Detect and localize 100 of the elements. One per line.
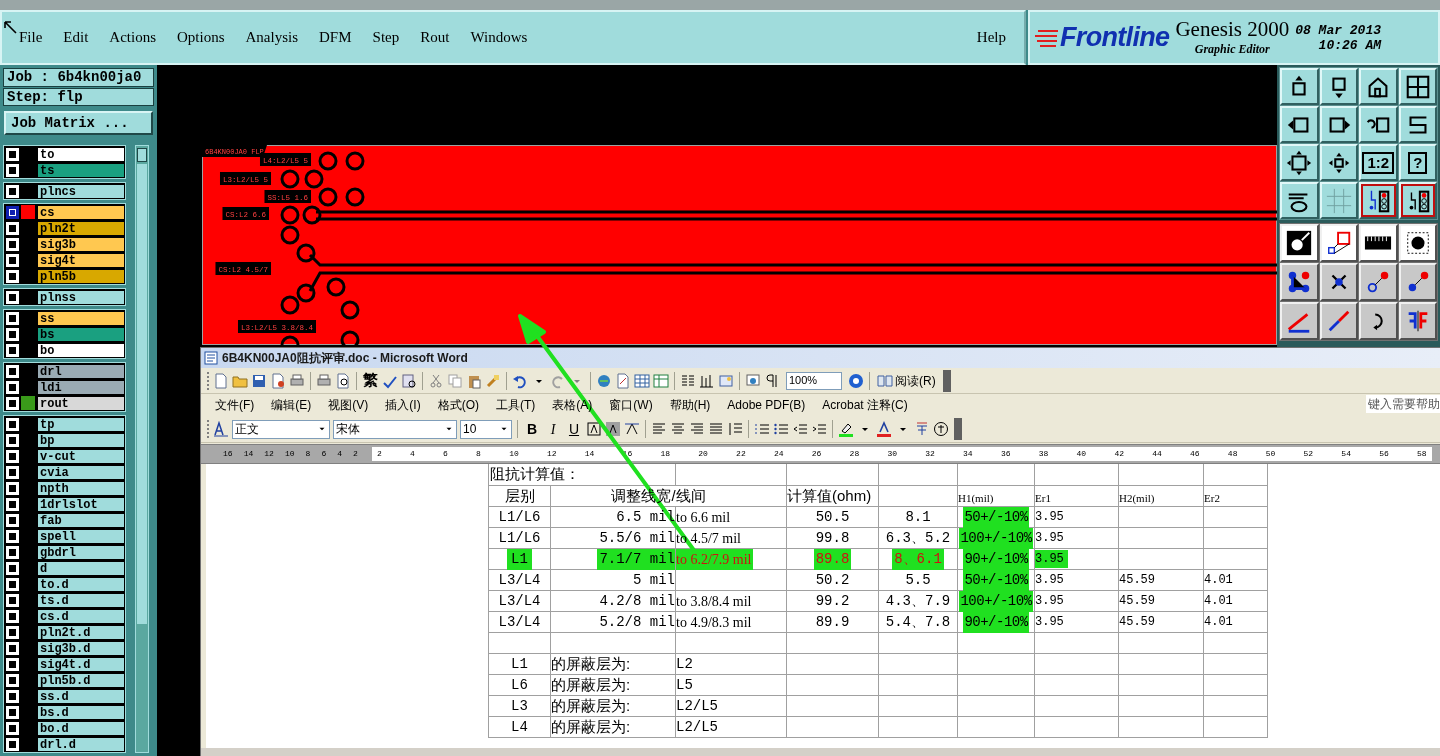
menu-item[interactable]: Adobe PDF(B) — [727, 396, 806, 414]
layer-name[interactable]: spell — [37, 528, 125, 544]
menu-item[interactable]: Actions — [107, 26, 158, 49]
layer-name[interactable]: bo.d — [37, 720, 125, 736]
layer-name[interactable]: bp — [37, 432, 125, 448]
tool-button[interactable] — [1319, 263, 1358, 301]
tool-button[interactable] — [1359, 182, 1398, 219]
drawing-icon[interactable] — [699, 372, 715, 389]
phonetic-guide-icon[interactable] — [914, 421, 930, 437]
layer-name[interactable]: bo — [37, 342, 125, 358]
tool-button[interactable] — [1398, 68, 1437, 105]
increase-indent-icon[interactable] — [811, 421, 827, 437]
menu-item[interactable]: Acrobat 注释(C) — [822, 396, 908, 414]
menu-item[interactable]: 帮助(H) — [669, 396, 711, 414]
menu-item[interactable]: Options — [175, 26, 227, 49]
scroll-thumb[interactable] — [137, 164, 147, 624]
tool-button[interactable] — [1359, 302, 1398, 340]
layer-name[interactable]: fab — [37, 512, 125, 528]
tool-button[interactable] — [1398, 263, 1437, 301]
layer-name[interactable]: d — [37, 560, 125, 576]
layer-name[interactable]: sig4t — [37, 252, 125, 268]
layer-name[interactable]: ts.d — [37, 592, 125, 608]
styles-icon[interactable] — [213, 421, 229, 437]
format-painter-icon[interactable] — [485, 372, 501, 389]
layer-name[interactable]: cvia — [37, 464, 125, 480]
save-icon[interactable] — [251, 372, 267, 389]
font-size-dropdown[interactable]: 10 — [460, 419, 512, 439]
tool-button[interactable] — [1398, 106, 1437, 143]
menu-item[interactable]: Windows — [468, 26, 530, 49]
decrease-indent-icon[interactable] — [792, 421, 808, 437]
layer-name[interactable]: cs — [37, 204, 125, 220]
tool-button[interactable] — [1280, 182, 1319, 219]
layer-name[interactable]: ss.d — [37, 688, 125, 704]
layer-name[interactable]: gbdrl — [37, 544, 125, 560]
numbering-icon[interactable] — [754, 421, 770, 437]
layer-name[interactable]: pln2t — [37, 220, 125, 236]
toolbar-handle[interactable] — [942, 369, 951, 392]
layer-name[interactable]: tp — [37, 416, 125, 432]
menu-item[interactable]: 文件(F) — [215, 396, 255, 414]
line-spacing-icon[interactable] — [727, 421, 743, 437]
bullets-icon[interactable] — [773, 421, 789, 437]
format-button[interactable]: B — [523, 418, 541, 440]
layer-name[interactable]: bs.d — [37, 704, 125, 720]
highlight-icon[interactable] — [838, 421, 854, 437]
style-dropdown[interactable]: 正文 — [232, 419, 330, 439]
job-matrix-button[interactable]: Job Matrix ... — [4, 111, 153, 135]
menu-item[interactable]: 编辑(E) — [271, 396, 312, 414]
format-button[interactable]: U — [565, 418, 583, 440]
layer-name[interactable]: npth — [37, 480, 125, 496]
menu-item[interactable]: Analysis — [243, 26, 301, 49]
tool-button[interactable] — [1398, 182, 1437, 219]
layer-name[interactable]: bs — [37, 326, 125, 342]
tool-button[interactable] — [1319, 68, 1358, 105]
book-icon[interactable] — [877, 372, 893, 389]
layer-name[interactable]: pln5b.d — [37, 672, 125, 688]
menu-item[interactable]: 视图(V) — [328, 396, 369, 414]
layer-name[interactable]: to — [37, 146, 125, 162]
tool-button[interactable] — [1319, 302, 1358, 340]
layer-name[interactable]: ts — [37, 162, 125, 178]
layer-name[interactable]: plnss — [37, 289, 125, 305]
traditional-chinese-button[interactable]: 繁 — [362, 369, 379, 392]
help-icon[interactable] — [848, 372, 864, 389]
print-preview-icon[interactable] — [335, 372, 351, 389]
layer-name[interactable]: pln5b — [37, 268, 125, 284]
menu-item[interactable]: 窗口(W) — [609, 396, 653, 414]
menu-item[interactable]: Step — [370, 26, 402, 49]
font-color-icon[interactable] — [876, 421, 892, 437]
align-left-icon[interactable] — [651, 421, 667, 437]
help-search-field[interactable]: 键入需要帮助 — [1366, 395, 1440, 413]
layer-name[interactable]: pln2t.d — [37, 624, 125, 640]
tool-button[interactable] — [1319, 224, 1358, 262]
menu-item[interactable]: Rout — [418, 26, 452, 49]
new-document-icon[interactable] — [213, 372, 229, 389]
align-right-icon[interactable] — [689, 421, 705, 437]
zoom-dropdown[interactable]: 100% — [786, 371, 842, 390]
menu-item[interactable]: 工具(T) — [496, 396, 536, 414]
tool-button[interactable] — [1280, 224, 1319, 262]
tool-button[interactable] — [1319, 182, 1358, 219]
border-char-icon[interactable] — [586, 421, 602, 437]
tool-button[interactable] — [1398, 302, 1437, 340]
layer-name[interactable]: ldi — [37, 379, 125, 395]
tool-button[interactable] — [1280, 144, 1319, 181]
scroll-up-button[interactable] — [137, 148, 147, 162]
tool-button[interactable] — [1359, 263, 1398, 301]
insert-table-icon[interactable] — [634, 372, 650, 389]
tool-button[interactable] — [1359, 106, 1398, 143]
layer-name[interactable]: sig3b.d — [37, 640, 125, 656]
layer-name[interactable]: plncs — [37, 183, 125, 199]
menu-item[interactable]: DFM — [317, 26, 354, 49]
tool-button[interactable] — [1359, 68, 1398, 105]
justify-icon[interactable] — [708, 421, 724, 437]
research-icon[interactable] — [401, 372, 417, 389]
tables-borders-icon[interactable] — [615, 372, 631, 389]
menu-item[interactable]: 格式(O) — [437, 396, 479, 414]
tool-button[interactable]: 1:2 — [1359, 144, 1398, 181]
tool-button[interactable] — [1280, 106, 1319, 143]
scrollbar[interactable] — [135, 145, 149, 753]
tool-button[interactable] — [1280, 263, 1319, 301]
menu-item[interactable]: Edit — [61, 26, 91, 49]
tool-button[interactable] — [1280, 302, 1319, 340]
